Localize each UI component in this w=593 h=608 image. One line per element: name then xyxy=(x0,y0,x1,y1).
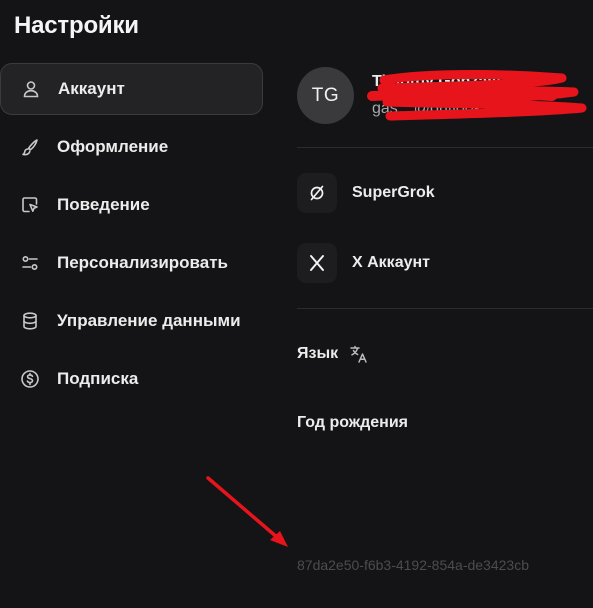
sidebar-item-subscription[interactable]: Подписка xyxy=(0,353,263,405)
brush-icon xyxy=(20,137,40,157)
sidebar-item-appearance[interactable]: Оформление xyxy=(0,121,263,173)
account-email: gas…@outlook.com xyxy=(372,100,517,117)
user-id-text: 87da2e50-f6b3-4192-854a-de3423cb xyxy=(297,557,529,573)
sidebar-item-account[interactable]: Аккаунт xyxy=(0,63,263,115)
language-setting: Язык xyxy=(297,344,369,364)
database-icon xyxy=(20,311,40,331)
sidebar-item-label: Подписка xyxy=(57,369,139,388)
dollar-circle-icon xyxy=(20,369,40,389)
sidebar-item-data-controls[interactable]: Управление данными xyxy=(0,295,263,347)
sidebar-item-label: Персонализировать xyxy=(57,253,228,272)
settings-sidebar: Аккаунт Оформление Поведение Персонализи… xyxy=(0,63,263,411)
annotation-arrow xyxy=(206,476,288,547)
sidebar-item-label: Управление данными xyxy=(57,311,241,330)
sidebar-item-label: Оформление xyxy=(57,137,169,156)
language-label: Язык xyxy=(297,345,339,362)
supergrok-icon xyxy=(297,173,337,213)
avatar[interactable]: TG xyxy=(297,67,354,124)
page-title: Настройки xyxy=(14,12,139,39)
divider xyxy=(297,308,593,309)
sidebar-item-label: Аккаунт xyxy=(58,79,125,98)
translate-icon[interactable] xyxy=(349,344,369,364)
sliders-icon xyxy=(20,253,40,273)
cursor-icon xyxy=(20,195,40,215)
supergrok-label: SuperGrok xyxy=(352,184,435,201)
x-account-link[interactable]: X Аккаунт xyxy=(297,243,593,283)
x-account-label: X Аккаунт xyxy=(352,254,430,271)
profile-card: TG Timothy Gonzalez gas…@outlook.com xyxy=(297,67,593,125)
user-icon xyxy=(21,79,41,99)
x-logo-icon xyxy=(297,243,337,283)
supergrok-link[interactable]: SuperGrok xyxy=(297,173,593,213)
divider xyxy=(297,147,593,148)
sidebar-item-label: Поведение xyxy=(57,195,150,214)
sidebar-item-personalize[interactable]: Персонализировать xyxy=(0,237,263,289)
account-name: Timothy Gonzalez xyxy=(372,73,509,90)
birth-year-setting[interactable]: Год рождения xyxy=(297,414,408,432)
sidebar-item-behavior[interactable]: Поведение xyxy=(0,179,263,231)
birth-year-label: Год рождения xyxy=(297,414,409,431)
